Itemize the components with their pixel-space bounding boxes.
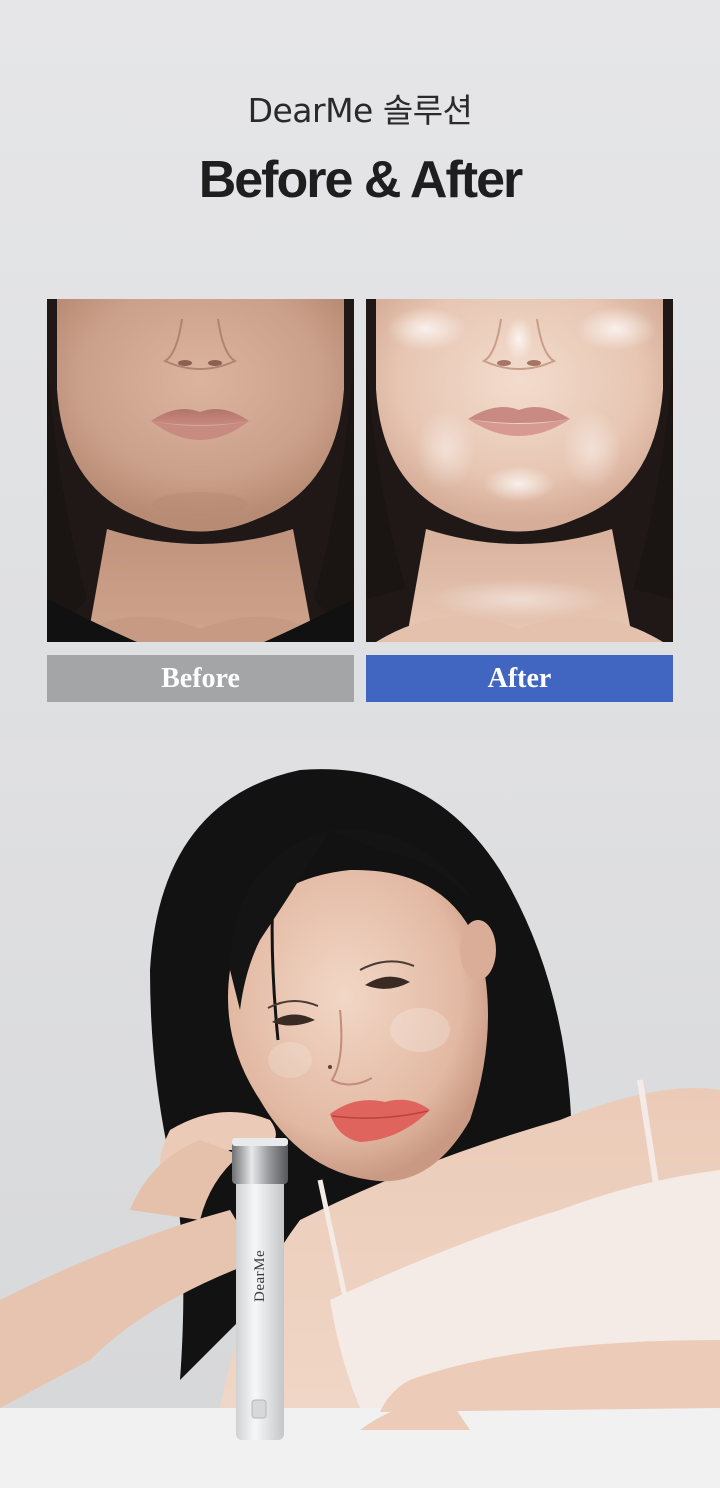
after-label: After: [366, 655, 673, 702]
before-photo: [47, 299, 354, 642]
header-section: DearMe 솔루션 Before & After: [0, 0, 720, 280]
after-photo: [366, 299, 673, 642]
section-title: Before & After: [198, 151, 524, 209]
section-subtitle: DearMe 솔루션: [247, 91, 473, 130]
model-product-photo: DearMe: [0, 740, 720, 1488]
before-label: Before: [47, 655, 354, 702]
product-brand-mark: DearMe: [252, 1249, 268, 1302]
